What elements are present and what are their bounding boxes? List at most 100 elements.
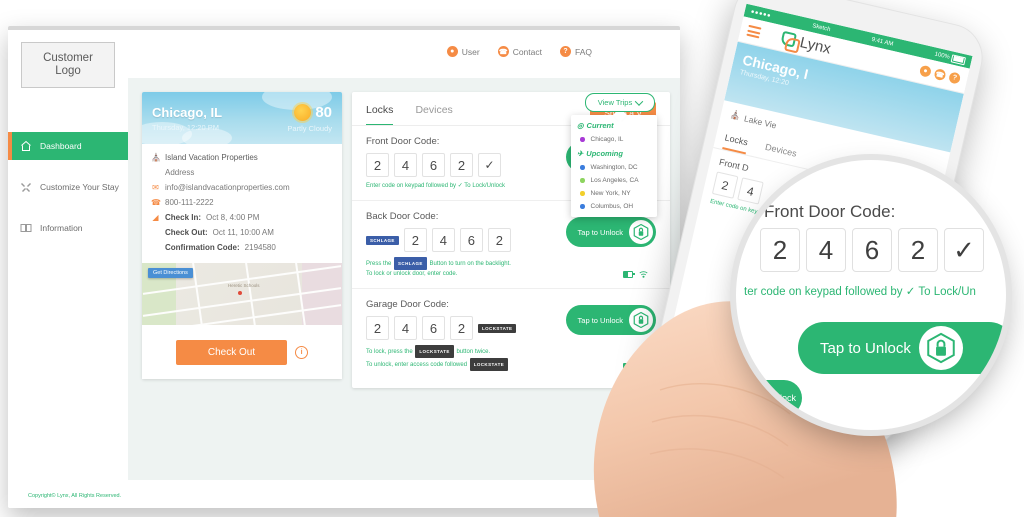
- sidebar-item-dashboard[interactable]: Dashboard: [8, 132, 128, 160]
- ghost-unlock-label: e Unlock: [760, 393, 796, 403]
- map-pin-icon: [238, 291, 242, 295]
- get-directions-button[interactable]: Get Directions: [148, 268, 193, 278]
- weather-datetime: Thursday, 12:20 PM: [152, 123, 219, 132]
- dropdown-item-washington[interactable]: Washington, DC: [571, 161, 657, 174]
- view-trips-label: View Trips: [597, 98, 633, 107]
- settings-icon: [20, 181, 32, 193]
- home-icon: [20, 140, 32, 152]
- schlage-badge: SCHLAGE: [366, 235, 399, 245]
- hamburger-menu-icon[interactable]: [746, 24, 762, 39]
- dropdown-group-title: Upcoming: [586, 149, 623, 158]
- phone-time: 9:41 AM: [871, 36, 894, 48]
- confirmation-label: Confirmation Code:: [165, 243, 240, 252]
- property-phone: 800-111-2222: [165, 198, 214, 207]
- sidebar-item-information[interactable]: Information: [8, 214, 128, 242]
- header-item-user[interactable]: ● User: [446, 46, 480, 57]
- user-icon: ●: [446, 46, 458, 57]
- dropdown-item-label: Chicago, IL: [590, 136, 624, 143]
- map-poi-label: Heretic Schools: [228, 283, 260, 288]
- customer-logo: Customer Logo: [21, 42, 115, 88]
- property-name: Island Vacation Properties: [165, 153, 258, 162]
- home-icon: ⛪: [729, 109, 742, 122]
- magnifier-title: Front Door Code:: [764, 202, 896, 221]
- code-digit: 2: [450, 153, 473, 177]
- property-card: Chicago, IL Thursday, 12:20 PM 80 Partly…: [142, 92, 342, 379]
- tab-locks[interactable]: Locks: [366, 104, 394, 126]
- code-digit: 6: [852, 228, 892, 272]
- sidebar-item-label: Dashboard: [40, 141, 82, 151]
- info-icon[interactable]: i: [295, 346, 309, 359]
- dropdown-group-upcoming: ✈ Upcoming: [571, 146, 657, 161]
- logo-line-1: Customer: [43, 52, 93, 64]
- weather-condition: Partly Cloudy: [287, 124, 332, 133]
- weather-temperature-group: 80: [294, 104, 332, 121]
- code-digit: 4: [806, 228, 846, 272]
- lynx-logo-icon: [780, 30, 801, 54]
- trip-color-dot: [580, 204, 585, 209]
- sun-icon: [294, 104, 312, 121]
- dropdown-item-label: Los Angeles, CA: [590, 177, 639, 184]
- magnifier-content: ke Vie D 4 ypad f e Unlock Front Door Co…: [736, 160, 1006, 430]
- phone-property-name: Lake Vie: [743, 112, 778, 130]
- lockstate-badge: LOCKSTATE: [478, 323, 517, 333]
- copyright-text: Copyright© Lynx, All Rights Reserved.: [28, 493, 122, 499]
- question-icon[interactable]: ?: [948, 71, 962, 85]
- dropdown-item-los-angeles[interactable]: Los Angeles, CA: [571, 174, 657, 187]
- home-icon: ⛪: [151, 153, 161, 162]
- code-digit: 2: [366, 316, 389, 340]
- magnifier-ghost-top: ke Vie: [736, 166, 753, 178]
- confirmation-row: Confirmation Code: 2194580: [165, 242, 333, 253]
- magnifier-tap-to-unlock-button[interactable]: Tap to Unlock: [798, 322, 1006, 374]
- dropdown-item-chicago[interactable]: Chicago, IL: [571, 133, 657, 146]
- chevron-down-icon: [634, 96, 644, 106]
- sidebar-item-label: Customize Your Stay: [40, 182, 119, 192]
- code-digit: 4: [394, 153, 417, 177]
- view-trips-button[interactable]: View Trips: [585, 93, 655, 112]
- weather-widget: Chicago, IL Thursday, 12:20 PM 80 Partly…: [142, 92, 342, 144]
- checkout-row: Check Out i: [142, 325, 342, 379]
- code-digit: 6: [422, 316, 445, 340]
- property-address: Address: [165, 168, 195, 177]
- property-name-row: ⛪ Island Vacation Properties: [151, 152, 333, 163]
- map-zone-area: [302, 263, 342, 325]
- dropdown-item-columbus[interactable]: Columbus, OH: [571, 200, 657, 213]
- hint-line-1-a: To lock, press the: [366, 349, 413, 356]
- phone-icon[interactable]: ☎: [933, 68, 947, 82]
- property-details: ⛪ Island Vacation Properties Address ✉ i…: [142, 144, 342, 263]
- tab-devices[interactable]: Devices: [415, 104, 452, 126]
- check-out-value: Oct 11, 10:00 AM: [212, 228, 274, 237]
- schlage-badge: SCHLAGE: [394, 257, 427, 270]
- code-digit: 2: [450, 316, 473, 340]
- check-out-button[interactable]: Check Out: [175, 340, 288, 365]
- property-phone-row: ☎ 800-111-2222: [151, 197, 333, 208]
- dropdown-item-new-york[interactable]: New York, NY: [571, 187, 657, 200]
- property-address-row: Address: [165, 167, 333, 178]
- checkmark-icon: ✓: [944, 228, 984, 272]
- property-email: info@islandvacationproperties.com: [165, 183, 290, 192]
- weather-temperature: 80: [315, 104, 332, 121]
- dropdown-item-label: Washington, DC: [590, 164, 638, 171]
- plane-icon: ✈: [577, 149, 584, 158]
- signal-icon: ●●●●●: [750, 8, 772, 19]
- code-digit: 2: [487, 228, 511, 252]
- sidebar-nav: Dashboard Customize Your Stay Informatio…: [8, 132, 128, 242]
- check-in-label: Check In:: [165, 213, 202, 222]
- user-icon[interactable]: ●: [918, 64, 932, 78]
- code-digit: 4: [394, 316, 417, 340]
- check-in-row: ◢ Check In: Oct 8, 4:00 PM: [151, 212, 333, 223]
- book-icon: [20, 222, 32, 234]
- logo-line-2: Logo: [55, 65, 81, 77]
- weather-city: Chicago, IL: [152, 105, 223, 120]
- location-pin-icon: ◎: [577, 121, 584, 130]
- header-item-label: User: [461, 46, 480, 57]
- battery-icon: [950, 53, 967, 65]
- dropdown-item-label: New York, NY: [590, 190, 631, 197]
- code-digit: 4: [431, 228, 455, 252]
- check-out-label: Check Out:: [165, 228, 208, 237]
- hint-line-2: To lock or unlock door, enter code.: [366, 271, 458, 277]
- hint-part-2: Button to turn on the backlight.: [429, 261, 511, 268]
- property-map[interactable]: Heretic Schools Get Directions: [142, 263, 342, 325]
- sidebar-item-customize-your-stay[interactable]: Customize Your Stay: [8, 173, 128, 201]
- dropdown-group-current: ◎ Current: [571, 118, 657, 133]
- sidebar: Customer Logo Dashboard Customize Your S…: [8, 30, 129, 508]
